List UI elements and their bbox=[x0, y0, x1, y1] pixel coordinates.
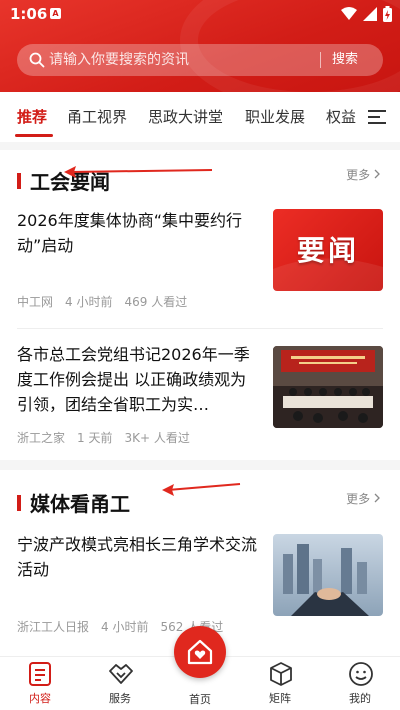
nav-matrix[interactable]: 矩阵 bbox=[250, 657, 310, 710]
category-tabs: 推荐 甬工视界 思政大讲堂 职业发展 权益 bbox=[0, 92, 400, 142]
news-time: 1 天前 bbox=[77, 431, 113, 445]
nav-mine[interactable]: 我的 bbox=[330, 657, 390, 710]
nav-content[interactable]: 内容 bbox=[10, 657, 70, 710]
profile-icon bbox=[349, 662, 373, 686]
more-link[interactable]: 更多 bbox=[346, 490, 380, 507]
search-bar[interactable]: 搜索 bbox=[17, 44, 383, 76]
nav-label: 服务 bbox=[109, 692, 131, 705]
news-meta: 浙工之家 1 天前 3K+ 人看过 bbox=[17, 429, 202, 446]
news-source: 浙工之家 bbox=[17, 431, 66, 445]
news-thumbnail bbox=[273, 534, 383, 616]
news-thumbnail: 要闻 bbox=[273, 209, 383, 291]
thumbnail-text: 要闻 bbox=[296, 234, 359, 267]
section-title: 工会要闻 bbox=[17, 166, 110, 195]
section-union-news: 工会要闻 更多 2026年度集体协商“集中要约行动”启动 中工网 4 小时前 469… bbox=[0, 150, 400, 460]
news-title: 2026年度集体协商“集中要约行动”启动 bbox=[17, 211, 243, 255]
news-title: 各市总工会党组书记2026年一季度工作例会提出 以正确政绩观为引领，团结全省职工… bbox=[17, 345, 250, 414]
section-title-bar bbox=[17, 494, 21, 511]
more-label: 更多 bbox=[346, 492, 371, 506]
content-icon bbox=[29, 662, 51, 686]
notification-icon: A bbox=[50, 8, 61, 19]
news-thumbnail bbox=[273, 346, 383, 428]
news-time: 4 小时前 bbox=[101, 620, 149, 634]
search-button[interactable]: 搜索 bbox=[332, 44, 358, 76]
nav-label: 内容 bbox=[29, 692, 51, 705]
news-title: 宁波产改模式亮相长三角学术交流活动 bbox=[17, 535, 258, 579]
home-heart-icon bbox=[187, 639, 213, 665]
nav-service[interactable]: 服务 bbox=[90, 657, 150, 710]
active-tab-indicator bbox=[15, 134, 53, 137]
handshake-icon bbox=[109, 664, 133, 684]
section-title-text: 媒体看甬工 bbox=[30, 492, 130, 516]
handshake-photo bbox=[283, 544, 369, 616]
cube-icon bbox=[270, 662, 292, 686]
section-title-text: 工会要闻 bbox=[30, 170, 110, 194]
status-time: 1:06 bbox=[10, 5, 48, 23]
news-views: 3K+ 人看过 bbox=[124, 431, 190, 445]
section-title-bar bbox=[17, 172, 21, 189]
news-time: 4 小时前 bbox=[65, 295, 113, 309]
nav-label: 我的 bbox=[349, 692, 371, 705]
signal-icon bbox=[363, 7, 377, 21]
tab-rights[interactable]: 权益 bbox=[326, 92, 356, 142]
home-button[interactable] bbox=[174, 626, 226, 678]
tab-career[interactable]: 职业发展 bbox=[245, 92, 305, 142]
status-bar: 1:06 A bbox=[0, 0, 400, 28]
news-meta: 中工网 4 小时前 469 人看过 bbox=[17, 293, 199, 310]
meeting-photo bbox=[273, 346, 383, 428]
news-source: 浙江工人日报 bbox=[17, 620, 90, 634]
more-link[interactable]: 更多 bbox=[346, 166, 380, 183]
chevron-right-icon bbox=[374, 169, 380, 179]
search-input[interactable] bbox=[49, 44, 319, 76]
home-label: 首页 bbox=[189, 693, 211, 706]
news-item[interactable]: 2026年度集体协商“集中要约行动”启动 中工网 4 小时前 469 人看过 要闻 bbox=[17, 208, 383, 328]
nav-label: 矩阵 bbox=[269, 692, 291, 705]
news-views: 469 人看过 bbox=[124, 295, 188, 309]
divider bbox=[17, 328, 383, 329]
battery-icon bbox=[383, 6, 392, 22]
section-title: 媒体看甬工 bbox=[17, 488, 130, 517]
tab-politics-lecture[interactable]: 思政大讲堂 bbox=[148, 92, 223, 142]
menu-icon[interactable] bbox=[368, 109, 388, 125]
search-icon bbox=[29, 52, 45, 68]
app-header: 1:06 A 搜索 bbox=[0, 0, 400, 92]
tab-yonggong-view[interactable]: 甬工视界 bbox=[67, 92, 127, 142]
chevron-right-icon bbox=[374, 493, 380, 503]
news-item[interactable]: 各市总工会党组书记2026年一季度工作例会提出 以正确政绩观为引领，团结全省职工… bbox=[17, 342, 383, 462]
news-source: 中工网 bbox=[17, 295, 54, 309]
wifi-icon bbox=[341, 7, 357, 20]
search-divider bbox=[320, 52, 321, 68]
more-label: 更多 bbox=[346, 168, 371, 182]
